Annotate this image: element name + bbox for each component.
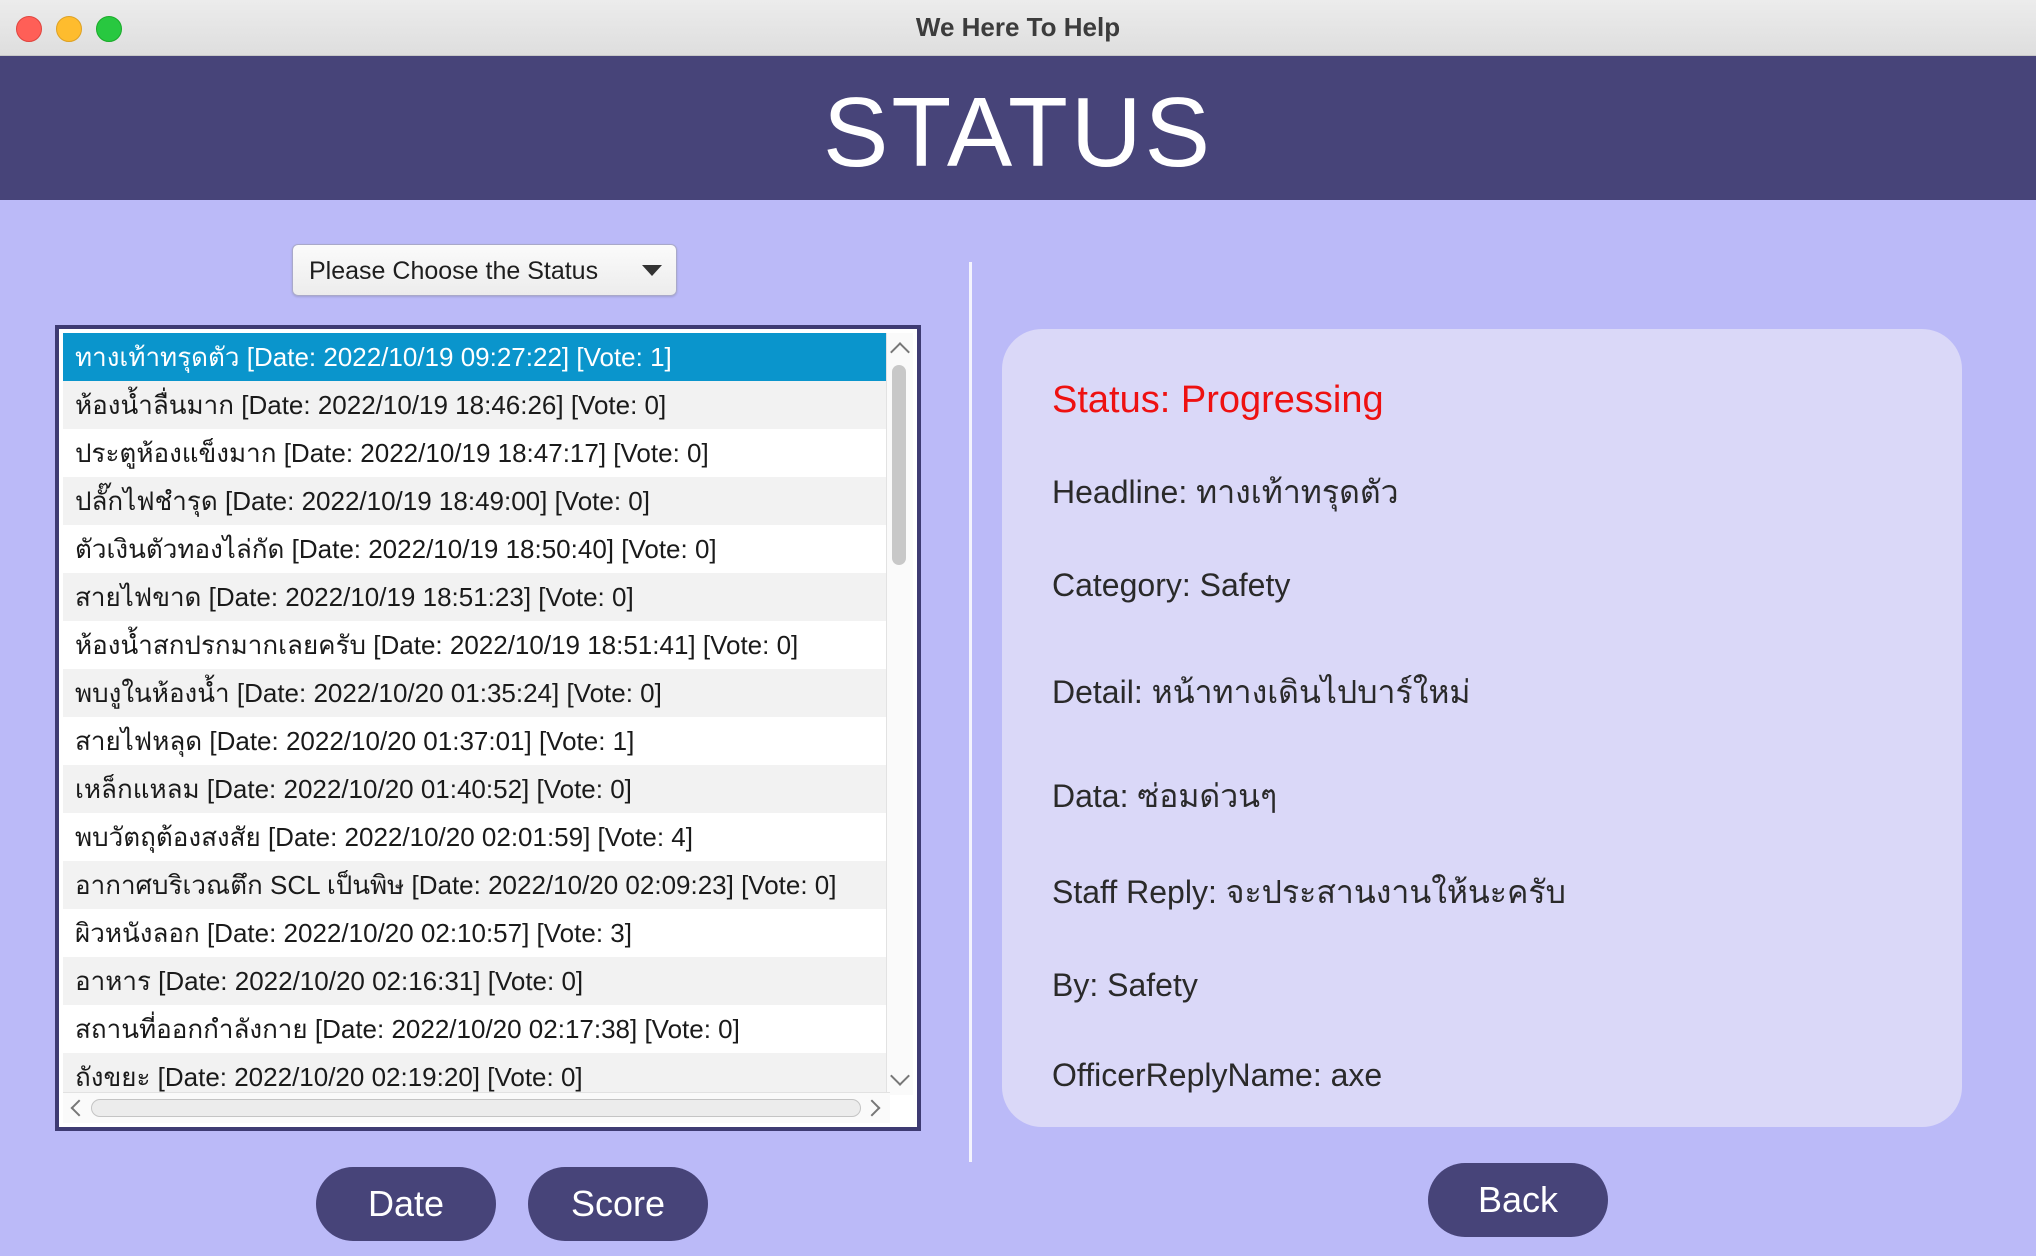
scroll-up-icon[interactable] [890, 342, 910, 362]
window-titlebar: We Here To Help [0, 0, 2036, 56]
status-label: Status: Progressing [1052, 379, 1384, 421]
scroll-left-icon[interactable] [70, 1099, 88, 1117]
status-filter-value: Please Choose the Status [309, 257, 599, 285]
horizontal-scrollbar[interactable] [63, 1092, 890, 1123]
list-item[interactable]: ประตูห้องแข็งมาก [Date: 2022/10/19 18:47… [63, 429, 890, 477]
list-item[interactable]: ตัวเงินตัวทองไล่กัด [Date: 2022/10/19 18… [63, 525, 890, 573]
vertical-divider [969, 262, 972, 1162]
sort-by-score-button[interactable]: Score [528, 1167, 708, 1241]
headline-label: Headline: ทางเท้าทรุดตัว [1052, 474, 1399, 510]
list-item[interactable]: ห้องน้ำสกปรกมากเลยครับ [Date: 2022/10/19… [63, 621, 890, 669]
list-item[interactable]: ผิวหนังลอก [Date: 2022/10/20 02:10:57] [… [63, 909, 890, 957]
window-title: We Here To Help [915, 12, 1121, 42]
sort-by-date-button[interactable]: Date [316, 1167, 496, 1241]
data-label: Data: ซ่อมด่วนๆ [1052, 778, 1278, 814]
page-title: STATUS [822, 77, 1214, 187]
list-item[interactable]: สายไฟหลุด [Date: 2022/10/20 01:37:01] [V… [63, 717, 890, 765]
list-item[interactable]: สถานที่ออกกำลังกาย [Date: 2022/10/20 02:… [63, 1005, 890, 1053]
back-button[interactable]: Back [1428, 1163, 1608, 1237]
header-banner: STATUS [0, 56, 2036, 200]
list-item[interactable]: อากาศบริเวณตึก SCL เป็นพิษ [Date: 2022/1… [63, 861, 890, 909]
list-item[interactable]: ห้องน้ำลื่นมาก [Date: 2022/10/19 18:46:2… [63, 381, 890, 429]
detail-label: Detail: หน้าทางเดินไปบาร์ใหม่ [1052, 674, 1471, 710]
report-list[interactable]: ทางเท้าทรุดตัว [Date: 2022/10/19 09:27:2… [55, 325, 921, 1131]
scroll-right-icon[interactable] [863, 1099, 881, 1117]
list-item[interactable]: อาหาร [Date: 2022/10/20 02:16:31] [Vote:… [63, 957, 890, 1005]
list-item[interactable]: ปลั๊กไฟชำรุด [Date: 2022/10/19 18:49:00]… [63, 477, 890, 525]
horizontal-scroll-thumb[interactable] [91, 1099, 861, 1117]
vertical-scrollbar[interactable] [886, 333, 913, 1095]
by-label: By: Safety [1052, 967, 1198, 1003]
report-detail-card: Status: Progressing Headline: ทางเท้าทรุ… [1002, 329, 1962, 1127]
list-item[interactable]: เหล็กแหลม [Date: 2022/10/20 01:40:52] [V… [63, 765, 890, 813]
staff-reply-label: Staff Reply: จะประสานงานให้นะครับ [1052, 874, 1566, 910]
report-list-items: ทางเท้าทรุดตัว [Date: 2022/10/19 09:27:2… [63, 333, 890, 1101]
vertical-scroll-thumb[interactable] [892, 365, 906, 565]
chevron-down-icon [642, 265, 662, 276]
list-item[interactable]: พบวัตถุต้องสงสัย [Date: 2022/10/20 02:01… [63, 813, 890, 861]
officer-reply-name-label: OfficerReplyName: axe [1052, 1057, 1383, 1093]
status-filter-select[interactable]: Please Choose the Status [292, 244, 677, 296]
list-item[interactable]: ทางเท้าทรุดตัว [Date: 2022/10/19 09:27:2… [63, 333, 890, 381]
list-item[interactable]: สายไฟขาด [Date: 2022/10/19 18:51:23] [Vo… [63, 573, 890, 621]
category-label: Category: Safety [1052, 567, 1291, 603]
scroll-down-icon[interactable] [890, 1066, 910, 1086]
list-item[interactable]: พบงูในห้องน้ำ [Date: 2022/10/20 01:35:24… [63, 669, 890, 717]
